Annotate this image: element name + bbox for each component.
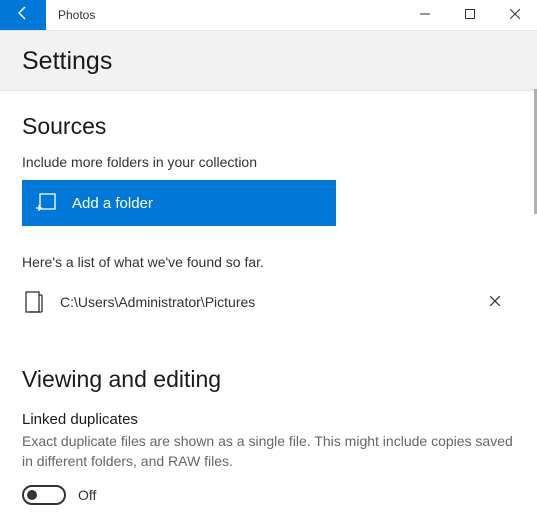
linked-duplicates-desc: Exact duplicate files are shown as a sin… xyxy=(22,432,515,471)
arrow-left-icon xyxy=(15,5,31,26)
folder-path: C:\Users\Administrator\Pictures xyxy=(60,294,475,310)
minimize-icon xyxy=(420,6,430,24)
section-sources-heading: Sources xyxy=(22,113,515,140)
app-title: Photos xyxy=(46,0,402,30)
window-controls xyxy=(402,0,537,30)
linked-duplicates-toggle-row: Off xyxy=(22,485,515,505)
close-icon xyxy=(490,293,500,311)
app-header: Settings xyxy=(0,31,537,91)
close-icon xyxy=(510,6,520,24)
back-button[interactable] xyxy=(0,0,46,30)
linked-duplicates-label: Linked duplicates xyxy=(22,411,515,428)
add-folder-label: Add a folder xyxy=(72,195,153,212)
folder-row: C:\Users\Administrator\Pictures xyxy=(22,286,515,318)
close-button[interactable] xyxy=(492,0,537,30)
sources-include-text: Include more folders in your collection xyxy=(22,154,515,170)
minimize-button[interactable] xyxy=(402,0,447,30)
page-title: Settings xyxy=(22,47,515,76)
maximize-icon xyxy=(465,6,475,24)
settings-content: Sources Include more folders in your col… xyxy=(0,91,537,520)
scrollbar[interactable] xyxy=(532,89,537,519)
maximize-button[interactable] xyxy=(447,0,492,30)
section-viewing-heading: Viewing and editing xyxy=(22,366,515,393)
linked-duplicates-state: Off xyxy=(78,487,96,503)
folder-icon xyxy=(22,291,46,313)
add-folder-icon xyxy=(34,192,56,214)
remove-folder-button[interactable] xyxy=(475,293,515,311)
section-viewing: Viewing and editing Linked duplicates Ex… xyxy=(22,366,515,520)
titlebar: Photos xyxy=(0,0,537,31)
sources-list-hint: Here's a list of what we've found so far… xyxy=(22,254,515,270)
add-folder-button[interactable]: Add a folder xyxy=(22,180,336,226)
linked-duplicates-toggle[interactable] xyxy=(22,485,66,505)
